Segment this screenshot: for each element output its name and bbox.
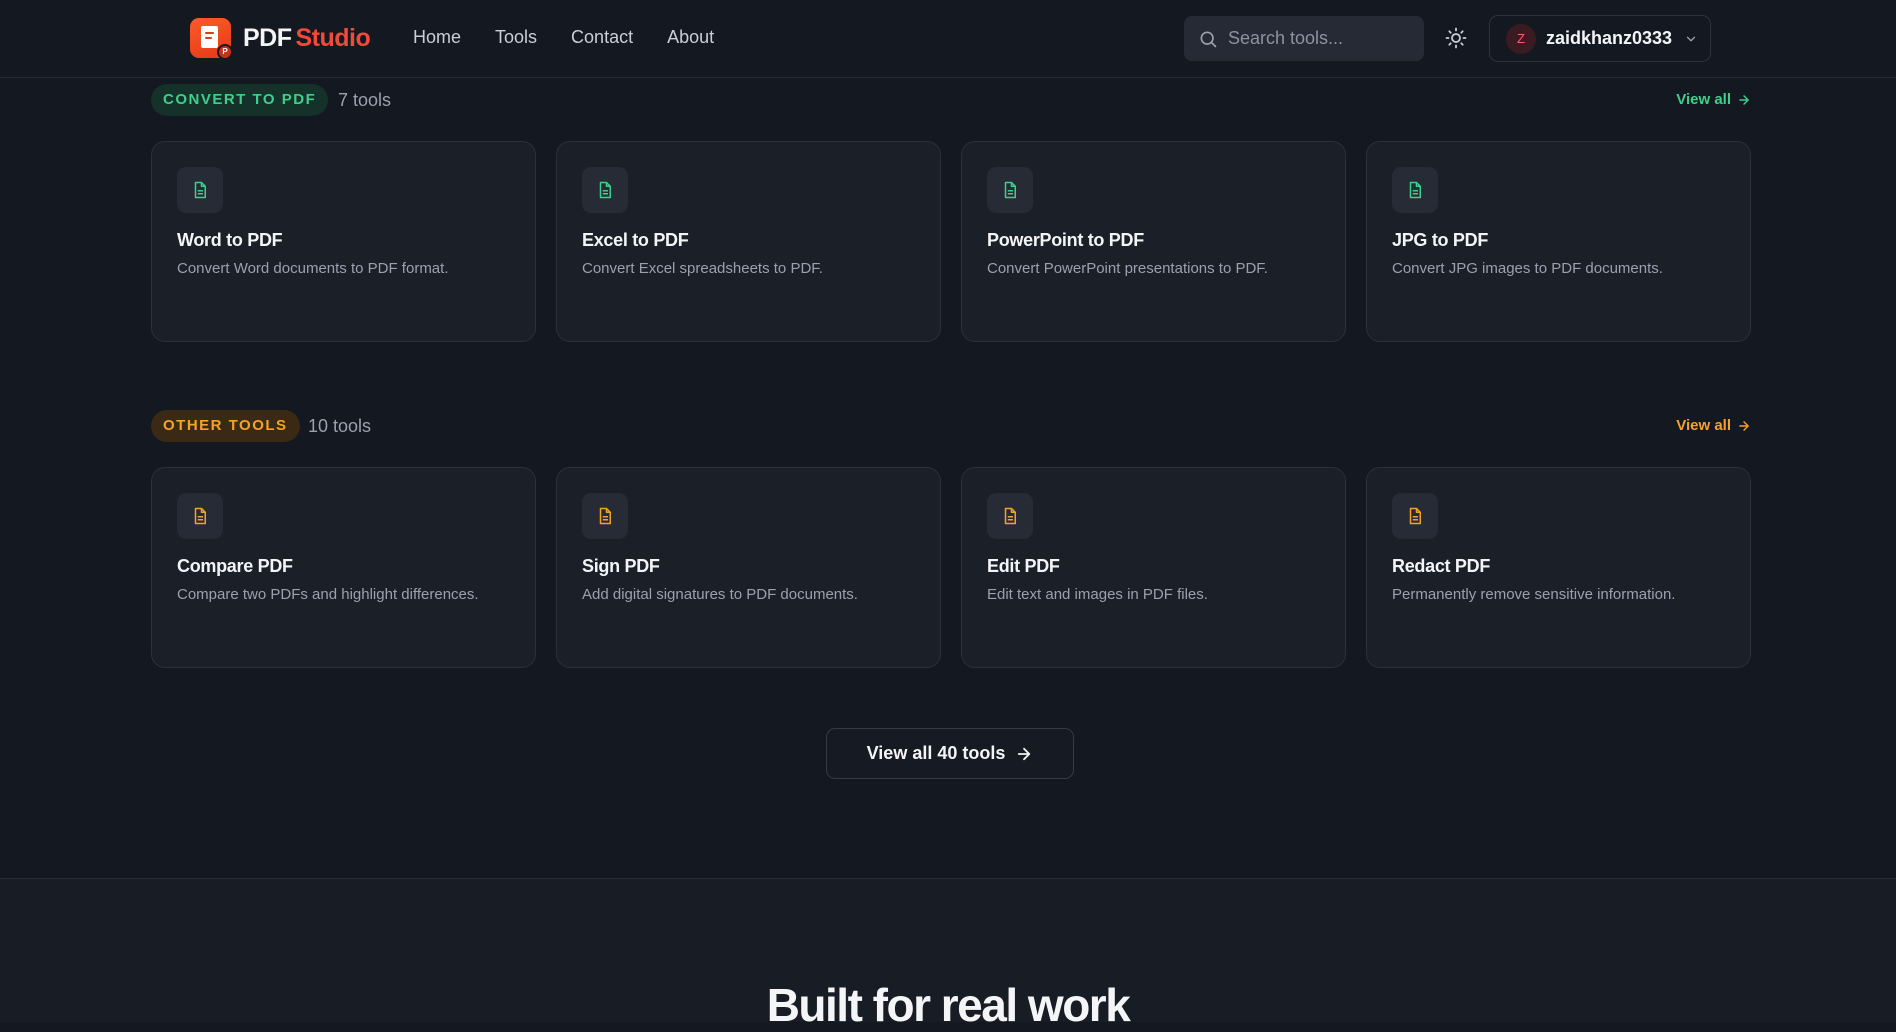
top-navbar: P PDFStudio Home Tools Contact About Z z… [0, 0, 1896, 78]
search-input[interactable] [1228, 28, 1418, 49]
view-all-tools-label: View all 40 tools [866, 743, 1006, 763]
card-description: Convert Word documents to PDF format. [177, 260, 449, 277]
features-headline: Built for real work [766, 979, 1131, 1031]
card-description: Convert Excel spreadsheets to PDF. [582, 260, 823, 277]
document-icon [1409, 181, 1421, 199]
card-icon-box [987, 167, 1033, 213]
card-title: Redact PDF [1392, 556, 1491, 576]
card-icon-box [987, 493, 1033, 539]
card-title: Sign PDF [582, 556, 660, 576]
card-description: Edit text and images in PDF files. [987, 586, 1208, 603]
brand-name-part1: PDF [243, 23, 292, 52]
document-icon [194, 507, 206, 525]
tool-card-compare-pdf[interactable]: Compare PDF Compare two PDFs and highlig… [151, 467, 536, 668]
document-icon [599, 507, 611, 525]
section-header-other: OTHER TOOLS 10 tools View all [151, 410, 1751, 442]
sun-icon[interactable] [1444, 26, 1468, 50]
card-description: Convert PowerPoint presentations to PDF. [987, 260, 1268, 277]
section-pill-other: OTHER TOOLS [151, 410, 300, 442]
view-all-link-convert[interactable]: View all [1676, 84, 1751, 116]
card-icon-box [582, 167, 628, 213]
arrow-right-icon [1739, 421, 1749, 431]
nav-contact[interactable]: Contact [571, 27, 633, 48]
card-description: Add digital signatures to PDF documents. [582, 586, 858, 603]
card-title: Edit PDF [987, 556, 1060, 576]
logo-badge: P [217, 44, 233, 60]
section-count-convert: 7 tools [338, 90, 392, 110]
search-box[interactable] [1184, 16, 1424, 61]
tool-card-redact-pdf[interactable]: Redact PDF Permanently remove sensitive … [1366, 467, 1751, 668]
card-description: Permanently remove sensitive information… [1392, 586, 1676, 603]
search-icon [1200, 31, 1217, 47]
card-title: Excel to PDF [582, 230, 689, 250]
view-all-label: View all [1676, 417, 1731, 434]
user-menu-button[interactable]: Z zaidkhanz0333 [1489, 15, 1711, 62]
username: zaidkhanz0333 [1546, 28, 1673, 48]
section-pill-convert: CONVERT TO PDF [151, 84, 329, 116]
document-icon [1004, 507, 1016, 525]
pdf-logo-icon: P [190, 18, 233, 60]
card-icon-box [582, 493, 628, 539]
avatar: Z [1506, 23, 1536, 54]
main-nav: Home Tools Contact About [413, 27, 748, 48]
brand-logo[interactable]: P PDF Studio [190, 18, 371, 60]
document-icon [1409, 507, 1421, 525]
document-icon [1004, 181, 1016, 199]
tool-card-jpg-to-pdf[interactable]: JPG to PDF Convert JPG images to PDF doc… [1366, 141, 1751, 342]
brand-name-part2: Studio [295, 23, 371, 52]
nav-about[interactable]: About [667, 27, 714, 48]
card-title: JPG to PDF [1392, 230, 1489, 250]
tool-card-powerpoint-to-pdf[interactable]: PowerPoint to PDF Convert PowerPoint pre… [961, 141, 1346, 342]
nav-home[interactable]: Home [413, 27, 461, 48]
section-count-other: 10 tools [308, 416, 372, 436]
card-icon-box [177, 167, 223, 213]
nav-tools[interactable]: Tools [495, 27, 537, 48]
card-icon-box [177, 493, 223, 539]
section-header-convert: CONVERT TO PDF 7 tools View all [151, 84, 1751, 116]
card-description: Compare two PDFs and highlight differenc… [177, 586, 479, 603]
chevron-down-icon [1686, 36, 1696, 41]
document-icon [194, 181, 206, 199]
card-icon-box [1392, 493, 1438, 539]
tool-card-sign-pdf[interactable]: Sign PDF Add digital signatures to PDF d… [556, 467, 941, 668]
card-description: Convert JPG images to PDF documents. [1392, 260, 1663, 277]
arrow-right-icon [1018, 747, 1031, 760]
card-title: Compare PDF [177, 556, 293, 576]
card-title: PowerPoint to PDF [987, 230, 1144, 250]
tool-card-edit-pdf[interactable]: Edit PDF Edit text and images in PDF fil… [961, 467, 1346, 668]
document-icon [599, 181, 611, 199]
view-all-link-other[interactable]: View all [1676, 410, 1751, 442]
brand-name: PDF Studio [243, 23, 371, 53]
view-all-tools-button[interactable]: View all 40 tools [826, 728, 1074, 779]
arrow-right-icon [1739, 95, 1749, 105]
card-icon-box [1392, 167, 1438, 213]
card-title: Word to PDF [177, 230, 283, 250]
view-all-label: View all [1676, 91, 1731, 108]
tool-card-excel-to-pdf[interactable]: Excel to PDF Convert Excel spreadsheets … [556, 141, 941, 342]
tool-card-word-to-pdf[interactable]: Word to PDF Convert Word documents to PD… [151, 141, 536, 342]
